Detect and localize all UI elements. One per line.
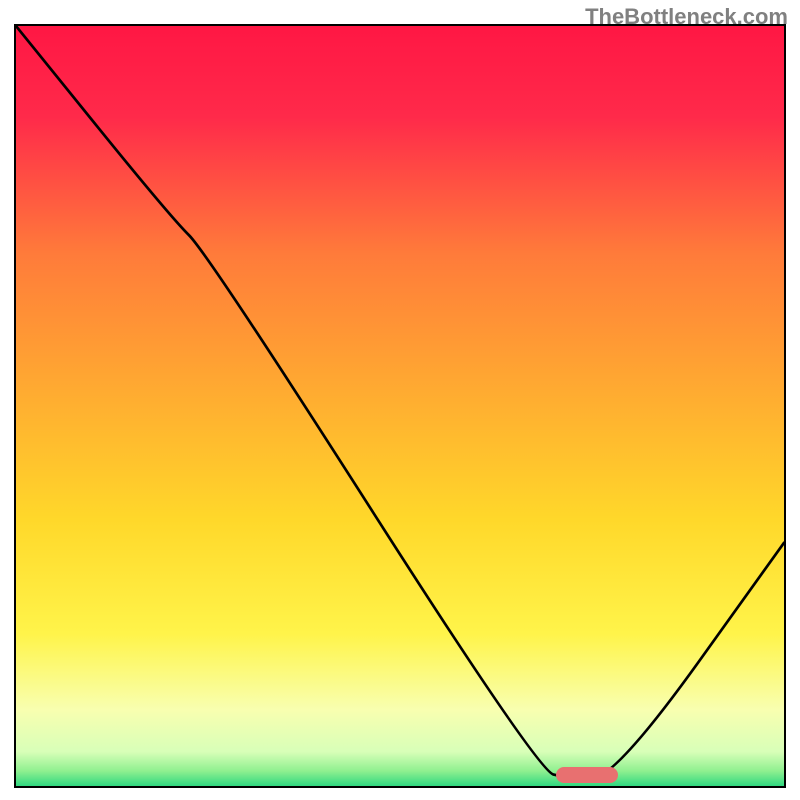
watermark-text: TheBottleneck.com [585,4,788,30]
optimal-range-marker [556,767,618,783]
chart-plot-area [14,24,786,788]
curve-overlay [16,26,784,786]
bottleneck-curve [16,26,784,778]
